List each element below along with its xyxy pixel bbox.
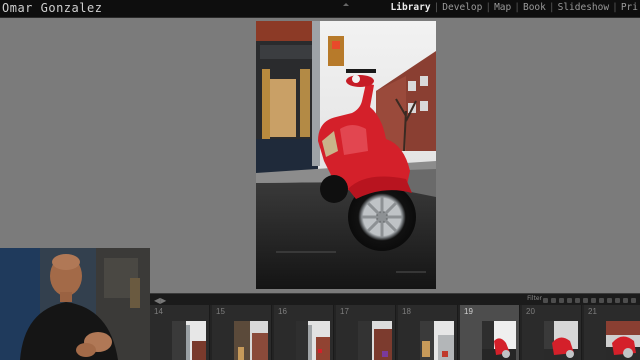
webcam-overlay: [0, 248, 150, 360]
module-separator: |: [485, 2, 492, 13]
filmstrip-frame[interactable]: 21: [584, 305, 640, 360]
flag-filter-icon[interactable]: [543, 297, 548, 303]
panel-toggle-icon[interactable]: [343, 3, 349, 6]
frame-number: 18: [402, 307, 411, 316]
star-filter-icon[interactable]: [591, 297, 596, 303]
frame-thumbnail[interactable]: [606, 321, 640, 360]
filmstrip-filter-label[interactable]: Filter: [527, 295, 542, 302]
flag-filter-icon[interactable]: [551, 297, 556, 303]
frame-number: 21: [588, 307, 597, 316]
module-separator: |: [548, 2, 555, 13]
star-filter-icon[interactable]: [575, 297, 580, 303]
star-filter-icon[interactable]: [599, 297, 604, 303]
module-separator: |: [514, 2, 520, 13]
star-filter-icon[interactable]: [583, 297, 588, 303]
loupe-photo[interactable]: [256, 21, 436, 289]
lightroom-window: Omar Gonzalez Library | Develop | Map | …: [0, 0, 640, 360]
frame-thumbnail[interactable]: [544, 321, 578, 360]
filmstrip-frame[interactable]: 20: [522, 305, 582, 360]
filmstrip-filter-tools: [543, 296, 636, 304]
frame-thumbnail[interactable]: [172, 321, 206, 360]
filmstrip-frame[interactable]: 17: [336, 305, 396, 360]
star-filter-icon[interactable]: [567, 297, 572, 303]
flag-filter-icon[interactable]: [559, 297, 564, 303]
filmstrip-toolbar: ◀▶ Filter: [150, 293, 640, 305]
frame-thumbnail[interactable]: [420, 321, 454, 360]
frame-number: 17: [340, 307, 349, 316]
module-book[interactable]: Book: [521, 2, 548, 13]
color-filter-icon[interactable]: [631, 297, 636, 303]
frame-number: 15: [216, 307, 225, 316]
module-print[interactable]: Pri: [619, 2, 640, 13]
module-library[interactable]: Library: [389, 2, 433, 13]
filmstrip-frame[interactable]: 16: [274, 305, 334, 360]
top-panel: Omar Gonzalez Library | Develop | Map | …: [0, 0, 640, 18]
frame-thumbnail[interactable]: [482, 321, 516, 360]
frame-number: 14: [154, 307, 163, 316]
presenter-video: [0, 248, 150, 360]
module-separator: |: [433, 2, 440, 13]
module-develop[interactable]: Develop: [440, 2, 484, 13]
filmstrip-frame-selected[interactable]: 19: [460, 305, 520, 360]
color-filter-icon[interactable]: [615, 297, 620, 303]
frame-number: 20: [526, 307, 535, 316]
frame-thumbnail[interactable]: [234, 321, 268, 360]
frame-number: 19: [464, 307, 473, 316]
filmstrip-frame[interactable]: 18: [398, 305, 458, 360]
module-separator: |: [612, 2, 618, 13]
frame-thumbnail[interactable]: [358, 321, 392, 360]
identity-plate: Omar Gonzalez: [2, 1, 103, 15]
module-map[interactable]: Map: [492, 2, 513, 13]
frame-number: 16: [278, 307, 287, 316]
filmstrip: 14 15 16 17 18 19 20 21: [150, 305, 640, 360]
color-filter-icon[interactable]: [607, 297, 612, 303]
frame-thumbnail[interactable]: [296, 321, 330, 360]
color-filter-icon[interactable]: [623, 297, 628, 303]
filmstrip-frame[interactable]: 15: [212, 305, 272, 360]
scooter-photo-image: [256, 21, 436, 289]
module-picker: Library | Develop | Map | Book | Slidesh…: [389, 2, 640, 13]
filmstrip-frame[interactable]: 14: [150, 305, 210, 360]
module-slideshow[interactable]: Slideshow: [556, 2, 611, 13]
filmstrip-arrow-icon[interactable]: ◀▶: [154, 296, 166, 305]
